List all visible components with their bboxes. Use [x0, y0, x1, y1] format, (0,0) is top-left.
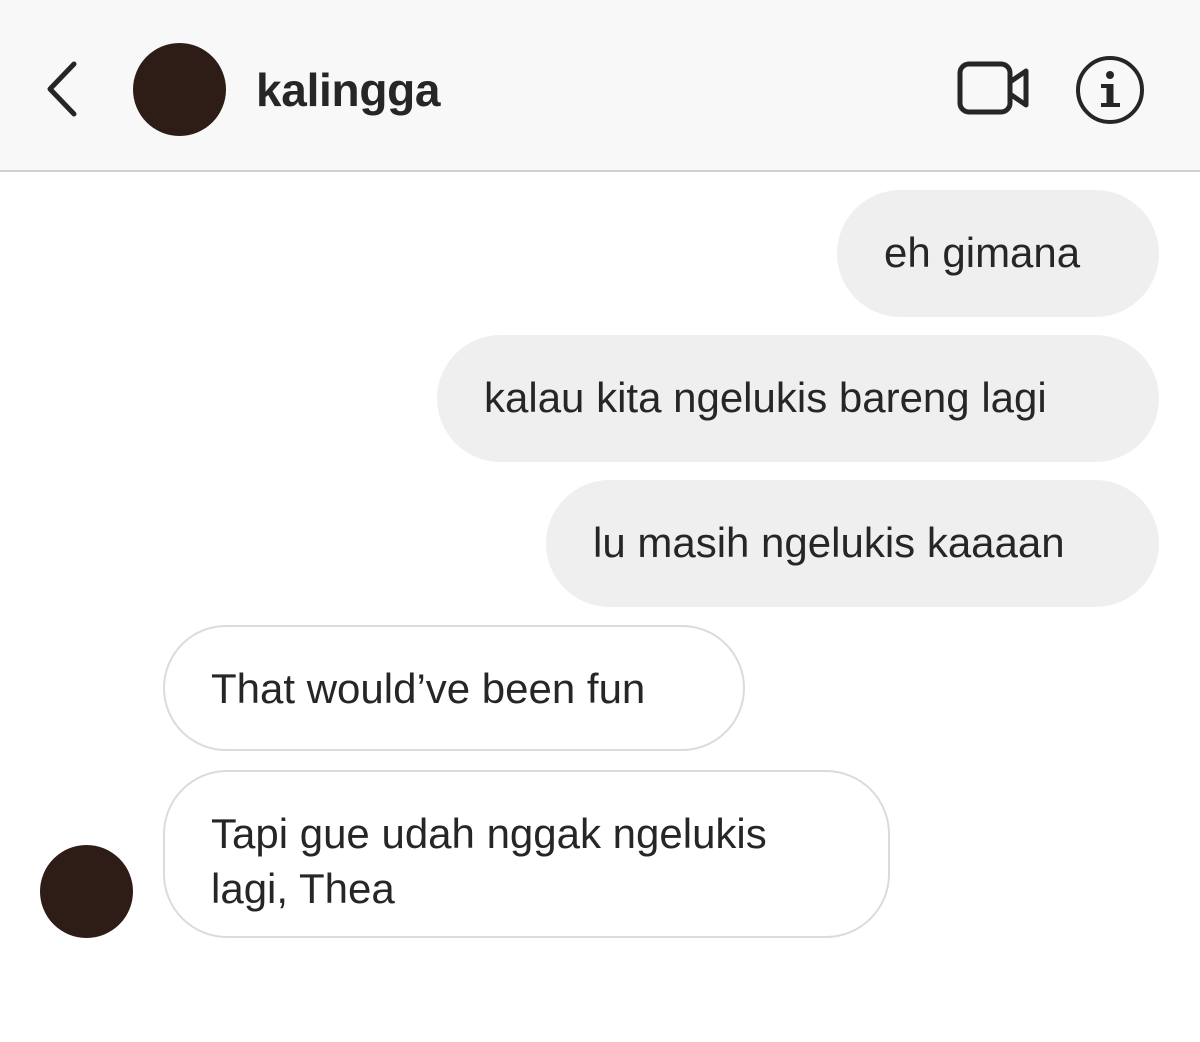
message-text: That would’ve been fun — [211, 665, 646, 712]
received-message[interactable]: That would’ve been fun — [163, 625, 745, 751]
video-camera-icon — [957, 61, 1029, 115]
message-text: lu masih ngelukis kaaaan — [593, 519, 1065, 566]
sender-avatar[interactable] — [40, 845, 133, 938]
received-message[interactable]: Tapi gue udah nggak ngelukis lagi, Thea — [163, 770, 890, 938]
message-text: kalau kita ngelukis bareng lagi — [484, 374, 1047, 421]
back-button[interactable] — [38, 58, 94, 122]
message-text-line: lagi, Thea — [211, 865, 395, 912]
chat-header: kalingga — [0, 0, 1200, 172]
message-text-line: Tapi gue udah nggak ngelukis — [211, 810, 767, 857]
avatar[interactable] — [133, 43, 226, 136]
video-call-button[interactable] — [955, 58, 1033, 120]
info-icon — [1076, 56, 1144, 124]
message-text: eh gimana — [884, 229, 1081, 276]
chevron-left-icon — [47, 61, 77, 117]
sent-message[interactable]: kalau kita ngelukis bareng lagi — [437, 335, 1159, 462]
info-button[interactable] — [1074, 54, 1146, 126]
sent-message[interactable]: eh gimana — [837, 190, 1159, 317]
sent-message[interactable]: lu masih ngelukis kaaaan — [546, 480, 1159, 607]
username[interactable]: kalingga — [256, 64, 441, 116]
